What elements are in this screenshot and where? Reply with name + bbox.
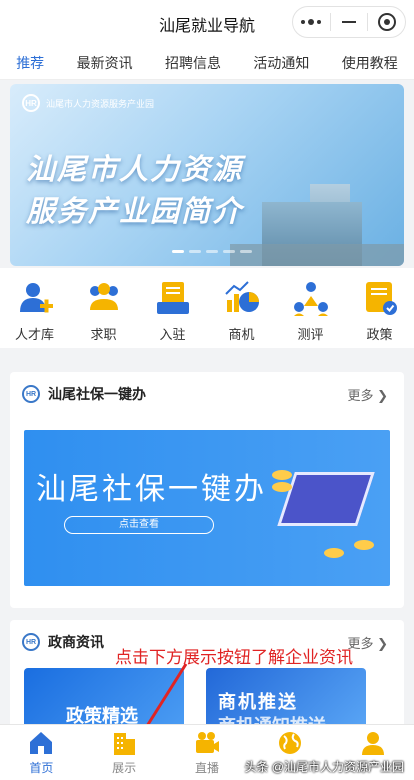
- news-card-business[interactable]: 商机推送 商机通知推送: [206, 668, 366, 728]
- watermark: 头条 @汕尾市人力资源产业园: [244, 760, 404, 774]
- quick-link-label: 商机: [228, 327, 255, 342]
- minimize-button[interactable]: [331, 7, 368, 37]
- banner-org-name: 汕尾市人力资源服务产业园: [46, 98, 155, 109]
- more-label: 更多: [347, 387, 374, 403]
- nav-label: 展示: [112, 761, 137, 775]
- banner-pager: [172, 250, 252, 253]
- globe-icon: [278, 732, 301, 754]
- pager-dot[interactable]: [172, 250, 184, 253]
- add-person-icon: [19, 283, 53, 313]
- quick-link-assessment[interactable]: 测评: [281, 278, 341, 348]
- section-title: 汕尾社保一键办: [48, 386, 146, 402]
- category-tabs: 推荐 最新资讯 招聘信息 活动通知 使用教程: [0, 46, 414, 80]
- pager-dot[interactable]: [223, 250, 235, 253]
- tab-recommend[interactable]: 推荐: [12, 53, 48, 73]
- hero-banner[interactable]: HR 汕尾市人力资源服务产业园 汕尾市人力资源 服务产业园简介: [10, 84, 404, 266]
- chart-icon: [224, 281, 259, 312]
- more-dots-icon: [301, 18, 322, 25]
- news-card-title: 商机推送: [218, 692, 298, 712]
- more-link[interactable]: 更多 ❯: [347, 633, 388, 652]
- nav-live[interactable]: 直播: [177, 729, 237, 776]
- quick-link-label: 政策: [366, 327, 393, 342]
- quick-link-label: 入驻: [159, 327, 186, 342]
- laptop-illustration: [277, 472, 375, 526]
- quick-links: 人才库 求职 入驻 商机 测评 政策: [0, 268, 414, 348]
- close-app-button[interactable]: [368, 7, 405, 37]
- social-security-card: HR 汕尾社保一键办 更多 ❯ 汕尾社保一键办 点击查看: [10, 372, 404, 608]
- minus-icon: [342, 21, 356, 23]
- tab-latest-news[interactable]: 最新资讯: [73, 53, 137, 73]
- tab-tutorial[interactable]: 使用教程: [338, 53, 402, 73]
- coin-illustration: [324, 548, 344, 558]
- mini-program-capsule: [292, 6, 406, 38]
- network-icon: [293, 282, 328, 316]
- target-icon: [377, 13, 396, 31]
- card-header: HR 汕尾社保一键办 更多 ❯: [10, 372, 404, 416]
- pager-dot[interactable]: [206, 250, 218, 253]
- home-icon: [30, 732, 53, 754]
- more-link[interactable]: 更多 ❯: [347, 385, 388, 404]
- video-camera-icon: [195, 732, 219, 753]
- chevron-right-icon: ❯: [377, 635, 388, 651]
- quick-link-label: 人才库: [14, 327, 54, 342]
- nav-label: 首页: [29, 761, 54, 775]
- view-button[interactable]: 点击查看: [64, 516, 214, 534]
- quick-link-talent-pool[interactable]: 人才库: [5, 278, 65, 348]
- banner-logo: HR 汕尾市人力资源服务产业园: [22, 94, 154, 112]
- quick-link-job-seeking[interactable]: 求职: [74, 278, 134, 348]
- pager-dot[interactable]: [240, 250, 252, 253]
- top-bar: 汕尾就业导航: [0, 0, 414, 46]
- policy-doc-icon: [365, 282, 397, 315]
- document-icon: [156, 282, 189, 314]
- building-icon: [114, 733, 136, 755]
- hr-logo-icon: HR: [22, 385, 40, 403]
- quick-link-business-opportunity[interactable]: 商机: [212, 278, 272, 348]
- hr-logo-icon: HR: [22, 94, 40, 112]
- banner-headline-1: 汕尾市人力资源: [26, 154, 244, 186]
- more-menu-button[interactable]: [293, 7, 330, 37]
- ground-image: [230, 244, 404, 266]
- coin-illustration: [272, 482, 292, 492]
- nav-showcase[interactable]: 展示: [94, 729, 154, 776]
- quick-link-label: 测评: [297, 327, 324, 342]
- nav-globe[interactable]: [260, 729, 320, 759]
- nav-home[interactable]: 首页: [11, 729, 71, 776]
- coin-illustration: [354, 540, 374, 550]
- social-security-banner[interactable]: 汕尾社保一键办 点击查看: [24, 430, 390, 586]
- banner-headline-2: 服务产业园简介: [26, 196, 244, 228]
- quick-link-settle-in[interactable]: 入驻: [143, 278, 203, 348]
- nav-profile[interactable]: [343, 729, 403, 759]
- user-icon: [361, 732, 384, 755]
- pager-dot[interactable]: [189, 250, 201, 253]
- nav-label: 直播: [194, 761, 219, 775]
- group-icon: [89, 283, 118, 310]
- social-banner-title: 汕尾社保一键办: [36, 473, 267, 506]
- hr-logo-icon: HR: [22, 633, 40, 651]
- tab-events[interactable]: 活动通知: [249, 53, 313, 73]
- quick-link-policy[interactable]: 政策: [350, 278, 410, 348]
- chevron-right-icon: ❯: [377, 387, 388, 403]
- quick-link-label: 求职: [90, 327, 117, 342]
- tab-recruitment[interactable]: 招聘信息: [161, 53, 225, 73]
- section-title: 政商资讯: [48, 634, 104, 650]
- coin-illustration: [272, 470, 292, 480]
